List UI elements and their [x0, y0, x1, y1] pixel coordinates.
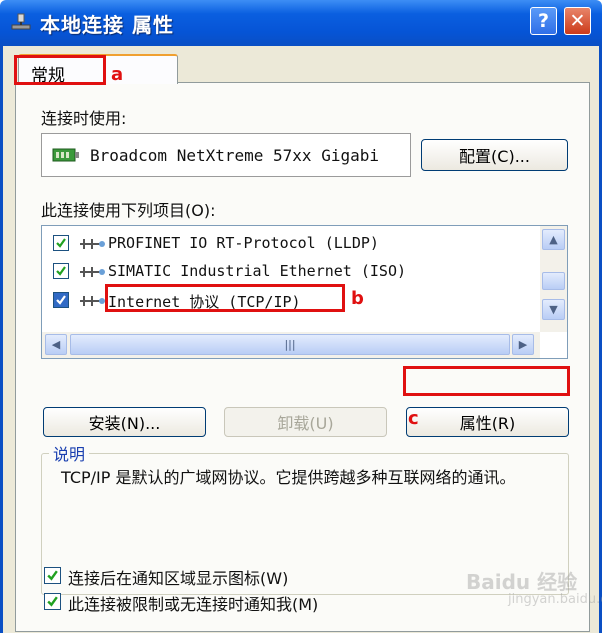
list-item[interactable]: SIMATIC Industrial Ethernet (ISO) — [42, 259, 542, 285]
checkmark-icon — [56, 295, 66, 305]
vertical-scrollbar[interactable]: ▲ ▼ — [540, 226, 567, 332]
title-bar[interactable]: 本地连接 属性 ? ✕ — [0, 0, 602, 46]
protocol-icon — [80, 267, 105, 277]
show-icon-label: 连接后在通知区域显示图标(W) — [68, 569, 289, 588]
list-item[interactable]: PROFINET IO RT-Protocol (LLDP) — [42, 231, 542, 257]
general-tab-panel: 连接时使用: Broadcom NetXtreme 57xx Gigabi 配置… — [15, 82, 590, 632]
annotation-box-b — [105, 284, 345, 312]
connect-using-label: 连接时使用: — [41, 109, 127, 128]
window-title: 本地连接 属性 — [40, 13, 174, 37]
watermark-logo: Baidu 经验 — [466, 570, 578, 594]
watermark-url: jingyan.baidu.com — [508, 592, 602, 607]
scroll-right-icon[interactable]: ▶ — [512, 334, 534, 355]
uninstall-button[interactable]: 卸载(U) — [224, 407, 387, 437]
scroll-left-icon[interactable]: ◀ — [45, 334, 67, 355]
item-label: SIMATIC Industrial Ethernet (ISO) — [108, 262, 407, 280]
items-label: 此连接使用下列项目(O): — [41, 201, 216, 220]
annotation-label-a: a — [111, 64, 124, 85]
annotation-label-b: b — [351, 288, 364, 309]
help-button[interactable]: ? — [530, 7, 557, 35]
dialog-client-area: 连接时使用: Broadcom NetXtreme 57xx Gigabi 配置… — [0, 46, 602, 633]
checkmark-icon — [56, 266, 66, 276]
annotation-box-c — [403, 366, 570, 396]
scroll-thumb-horizontal[interactable]: ||| — [70, 334, 510, 355]
description-text: TCP/IP 是默认的广域网协议。它提供跨越多种互联网络的通讯。 — [61, 468, 516, 487]
scroll-down-icon[interactable]: ▼ — [542, 299, 565, 320]
show-icon-checkbox[interactable] — [44, 567, 61, 584]
adapter-name: Broadcom NetXtreme 57xx Gigabi — [90, 146, 379, 165]
network-adapter-icon — [52, 148, 79, 162]
checkmark-icon — [56, 238, 66, 248]
protocol-icon — [80, 239, 105, 249]
horizontal-scrollbar[interactable]: ◀ ||| ▶ — [42, 332, 540, 358]
configure-button[interactable]: 配置(C)... — [421, 139, 568, 171]
item-checkbox[interactable] — [53, 235, 69, 251]
network-connection-icon — [11, 13, 31, 30]
checkmark-icon — [47, 570, 58, 581]
item-checkbox[interactable] — [53, 263, 69, 279]
item-label: PROFINET IO RT-Protocol (LLDP) — [108, 234, 379, 252]
item-checkbox[interactable] — [53, 292, 69, 308]
description-title: 说明 — [49, 441, 90, 465]
checkmark-icon — [47, 596, 58, 607]
scroll-thumb[interactable] — [542, 272, 565, 290]
install-button[interactable]: 安装(N)... — [43, 407, 206, 437]
close-button[interactable]: ✕ — [564, 7, 591, 35]
protocol-icon — [80, 296, 105, 306]
scroll-up-icon[interactable]: ▲ — [542, 229, 565, 250]
adapter-display: Broadcom NetXtreme 57xx Gigabi — [41, 133, 411, 177]
notify-checkbox[interactable] — [44, 593, 61, 610]
notify-label: 此连接被限制或无连接时通知我(M) — [68, 595, 319, 614]
annotation-box-a — [14, 55, 106, 85]
properties-dialog: 本地连接 属性 ? ✕ 连接时使用: Broadcom NetXtreme 57… — [0, 0, 602, 633]
properties-button[interactable]: 属性(R) — [406, 407, 569, 437]
annotation-label-c: c — [408, 408, 419, 429]
